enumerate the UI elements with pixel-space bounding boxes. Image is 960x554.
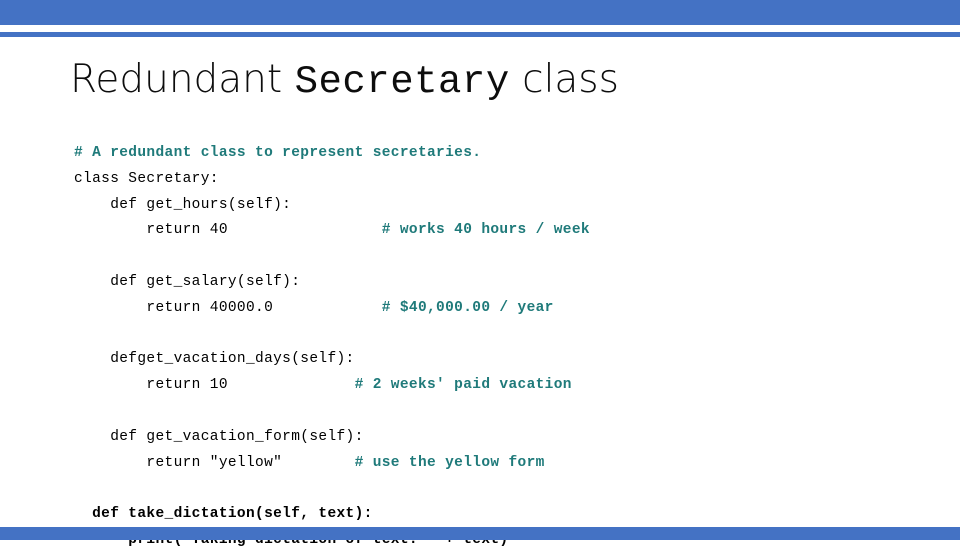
- code-line: return 40000.0 # $40,000.00 / year: [74, 296, 904, 322]
- code-line: def get_vacation_form(self):: [74, 425, 904, 451]
- title-part-class: class: [509, 57, 619, 102]
- code-text: return 40: [74, 222, 382, 239]
- code-comment: # A redundant class to represent secreta…: [74, 145, 482, 161]
- code-comment: # use the yellow form: [354, 454, 545, 471]
- code-text: def get_salary(self):: [74, 273, 301, 290]
- code-line: return 40 # works 40 hours / week: [74, 218, 904, 244]
- code-text: return 40000.0: [74, 299, 382, 316]
- code-text: def get_vacation_form(self):: [74, 428, 364, 445]
- code-line: def take_dictation(self, text):: [74, 502, 904, 528]
- code-text: def get_hours(self):: [74, 196, 292, 213]
- code-text: return "yellow": [74, 454, 355, 471]
- bottom-accent-bar: [0, 527, 960, 540]
- code-text: return 10: [74, 377, 355, 394]
- code-comment: # 2 weeks' paid vacation: [354, 377, 572, 394]
- title-part-secretary: Secretary: [294, 60, 510, 104]
- top-accent-bar-thin: [0, 32, 960, 37]
- code-comment: # works 40 hours / week: [381, 222, 590, 239]
- code-comment: # $40,000.00 / year: [381, 299, 554, 316]
- code-text: defget_vacation_days(self):: [74, 351, 355, 368]
- code-line: # A redundant class to represent secreta…: [74, 141, 904, 167]
- code-line: return "yellow" # use the yellow form: [74, 451, 904, 477]
- page-title: Redundant Secretary class: [70, 57, 619, 105]
- code-line: class Secretary:: [74, 167, 904, 193]
- title-part-redundant: Redundant: [70, 57, 295, 102]
- code-text: class Secretary:: [74, 170, 219, 187]
- code-line: defget_vacation_days(self):: [74, 347, 904, 373]
- top-accent-bar-thick: [0, 0, 960, 25]
- code-line: def get_hours(self):: [74, 193, 904, 219]
- code-line: return 10 # 2 weeks' paid vacation: [74, 373, 904, 399]
- slide-canvas: Redundant Secretary class # A redundant …: [0, 0, 960, 548]
- code-text: def take_dictation(self, text):: [74, 506, 373, 523]
- code-block: # A redundant class to represent secreta…: [74, 141, 904, 554]
- code-line: def get_salary(self):: [74, 270, 904, 296]
